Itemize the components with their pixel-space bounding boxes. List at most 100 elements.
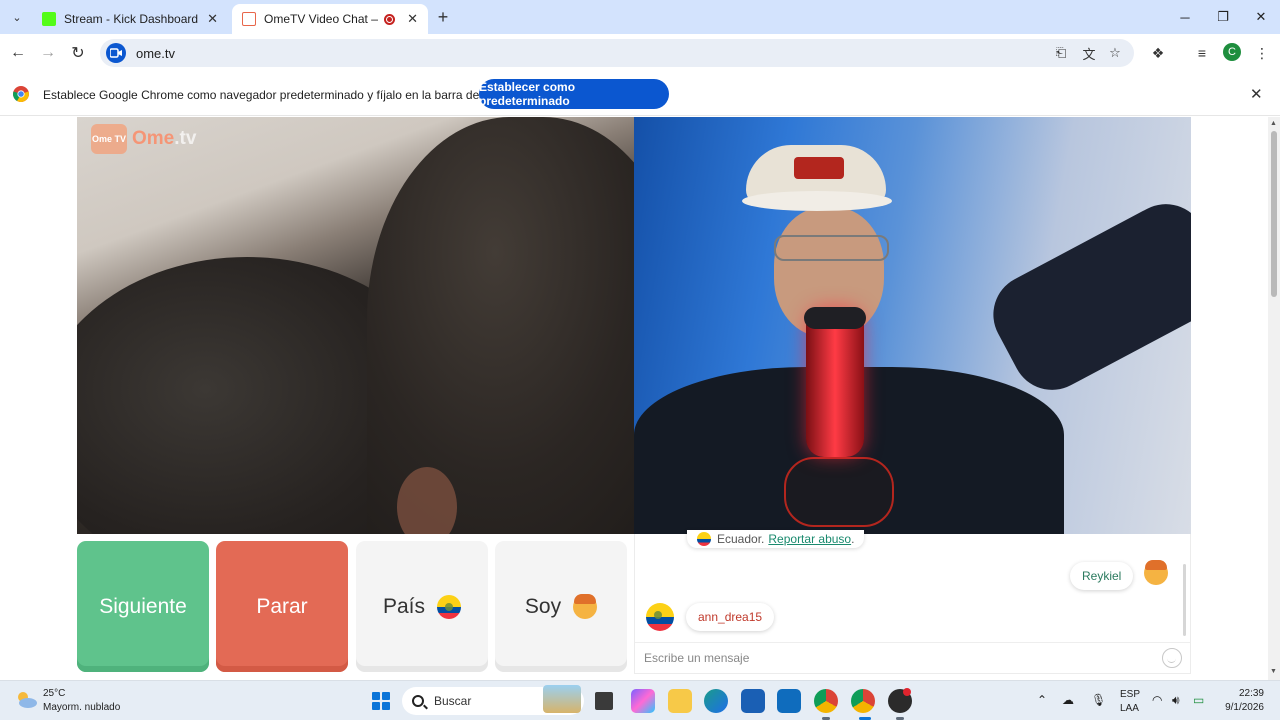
- chat-scrollbar[interactable]: [1183, 564, 1186, 636]
- restore-icon: ❐: [1217, 9, 1229, 24]
- minimize-icon: ─: [1180, 9, 1190, 25]
- page-scrollbar[interactable]: ▲ ▼: [1268, 117, 1280, 680]
- tab-kick-dashboard[interactable]: Stream - Kick Dashboard ✕: [32, 4, 228, 34]
- outlook-icon[interactable]: [777, 689, 801, 713]
- video-figure: [804, 307, 866, 329]
- my-avatar-icon: [1144, 560, 1168, 585]
- tab-ometv[interactable]: OmeTV Video Chat — Ome ✕: [232, 4, 428, 34]
- menu-kebab-icon[interactable]: ⋮: [1252, 43, 1272, 63]
- ecuador-flag-icon: [437, 594, 462, 619]
- notification-badge: [903, 688, 911, 696]
- close-tab-icon[interactable]: ✕: [207, 11, 218, 27]
- scroll-up-icon[interactable]: ▲: [1270, 120, 1277, 127]
- ometv-logo[interactable]: Ome TV Ome.tv: [91, 124, 196, 154]
- microsoft-store-icon[interactable]: [741, 689, 765, 713]
- bookmark-star-icon[interactable]: ☆: [1106, 44, 1124, 62]
- chat-divider: [635, 642, 1190, 643]
- video-figure: [784, 457, 894, 527]
- back-button[interactable]: ←: [6, 41, 30, 65]
- scroll-down-icon[interactable]: ▼: [1270, 668, 1277, 675]
- restore-button[interactable]: ❐: [1204, 0, 1242, 34]
- system-message: Ecuador. Reportar abuso .: [687, 530, 865, 548]
- partner-name-bubble: ann_drea15: [686, 603, 775, 631]
- media-controls-icon[interactable]: ≡: [1192, 43, 1212, 63]
- windows-start-icon[interactable]: [372, 692, 390, 710]
- weather-description: Mayorm. nublado: [43, 702, 121, 713]
- taskbar-search-label: Buscar: [434, 694, 472, 708]
- forward-button[interactable]: →: [36, 41, 60, 65]
- clock-date[interactable]: 9/1/2026: [1204, 702, 1264, 713]
- plus-icon: +: [437, 6, 449, 27]
- my-name-bubble: Reykiel: [1070, 562, 1134, 590]
- battery-icon[interactable]: ▭: [1193, 693, 1204, 707]
- windows-taskbar: 25°C Mayorm. nublado Buscar ⌃ ☁ 🎙︎ ESP L…: [0, 680, 1280, 720]
- profile-avatar[interactable]: C: [1223, 43, 1241, 61]
- chrome-icon[interactable]: [814, 689, 838, 713]
- system-suffix: .: [851, 532, 855, 546]
- task-view-icon[interactable]: [592, 689, 616, 713]
- boy-avatar-icon: [573, 593, 598, 619]
- country-filter-button[interactable]: País: [356, 541, 488, 672]
- address-bar[interactable]: ome.tv ⎗ 文 ☆: [100, 39, 1134, 67]
- chevron-up-icon[interactable]: ⌃: [1037, 693, 1047, 707]
- keyboard-layout[interactable]: LAA: [1120, 703, 1139, 714]
- edge-icon[interactable]: [704, 689, 728, 713]
- cloud-icon[interactable]: ☁: [1062, 693, 1074, 707]
- system-country: Ecuador.: [717, 532, 765, 546]
- search-icon: [412, 695, 424, 707]
- minimize-button[interactable]: ─: [1166, 0, 1204, 34]
- logo-text-main: Ome: [132, 128, 175, 149]
- arrow-left-icon: ←: [10, 44, 26, 61]
- next-button[interactable]: Siguiente: [77, 541, 209, 672]
- tab-title: OmeTV Video Chat — Ome: [264, 12, 378, 26]
- local-video: [77, 117, 634, 534]
- close-window-button[interactable]: ✕: [1242, 0, 1280, 34]
- install-app-icon[interactable]: ⎗: [1052, 44, 1070, 62]
- extensions-icon[interactable]: ❖: [1148, 43, 1168, 63]
- video-figure: [774, 235, 889, 261]
- camera-site-icon[interactable]: [106, 43, 126, 63]
- video-figure: [794, 157, 844, 179]
- set-default-button[interactable]: Establecer como predeterminado: [479, 79, 669, 109]
- tab-strip: ⌄ Stream - Kick Dashboard ✕ OmeTV Video …: [0, 0, 1280, 34]
- microphone-icon[interactable]: 🎙︎: [1091, 693, 1106, 707]
- ecuador-flag-icon: [697, 532, 711, 546]
- tab-search-button[interactable]: ⌄: [6, 6, 28, 28]
- tab-title: Stream - Kick Dashboard: [64, 12, 199, 26]
- report-abuse-link[interactable]: Reportar abuso: [768, 532, 851, 546]
- new-tab-button[interactable]: +: [432, 6, 454, 28]
- recording-indicator-icon: [384, 13, 396, 25]
- video-figure: [806, 307, 864, 457]
- url-text: ome.tv: [136, 45, 176, 61]
- browser-toolbar: ← → ↻ ome.tv ⎗ 文 ☆ ❖ ≡ C ⋮: [0, 34, 1280, 72]
- close-tab-icon[interactable]: ✕: [407, 11, 418, 27]
- copilot-icon[interactable]: [631, 689, 655, 713]
- ometv-logo-icon: Ome TV: [91, 124, 127, 154]
- weather-temperature: 25°C: [43, 688, 66, 699]
- chat-message-input[interactable]: [644, 649, 1144, 667]
- chrome-profile-icon[interactable]: [851, 689, 875, 713]
- chat-panel: Ecuador. Reportar abuso . Reykiel ann_dr…: [634, 530, 1191, 674]
- video-figure: [742, 191, 892, 211]
- scroll-thumb[interactable]: [1271, 131, 1277, 297]
- reload-icon: ↻: [71, 45, 85, 62]
- wifi-icon[interactable]: ◠: [1152, 693, 1162, 707]
- next-button-label: Siguiente: [99, 594, 187, 618]
- language-code[interactable]: ESP: [1120, 689, 1140, 700]
- partly-cloudy-icon[interactable]: [14, 688, 38, 712]
- stop-button-label: Parar: [256, 594, 308, 618]
- file-explorer-icon[interactable]: [668, 689, 692, 713]
- logo-text-suffix: .tv: [174, 128, 197, 149]
- reload-button[interactable]: ↻: [66, 41, 90, 65]
- close-infobar-icon[interactable]: ✕: [1250, 85, 1263, 103]
- gender-select-button[interactable]: Soy: [495, 541, 627, 672]
- stop-button[interactable]: Parar: [216, 541, 348, 672]
- remote-video: [634, 117, 1191, 534]
- clock-time[interactable]: 22:39: [1204, 688, 1264, 699]
- logo-text: Ome.tv: [132, 128, 196, 150]
- emoji-picker-icon[interactable]: [1162, 648, 1182, 668]
- volume-icon[interactable]: 🔊︎: [1172, 693, 1180, 708]
- kick-favicon-icon: [42, 12, 56, 26]
- translate-icon[interactable]: 文: [1080, 44, 1098, 62]
- partner-flag-icon: [646, 603, 674, 631]
